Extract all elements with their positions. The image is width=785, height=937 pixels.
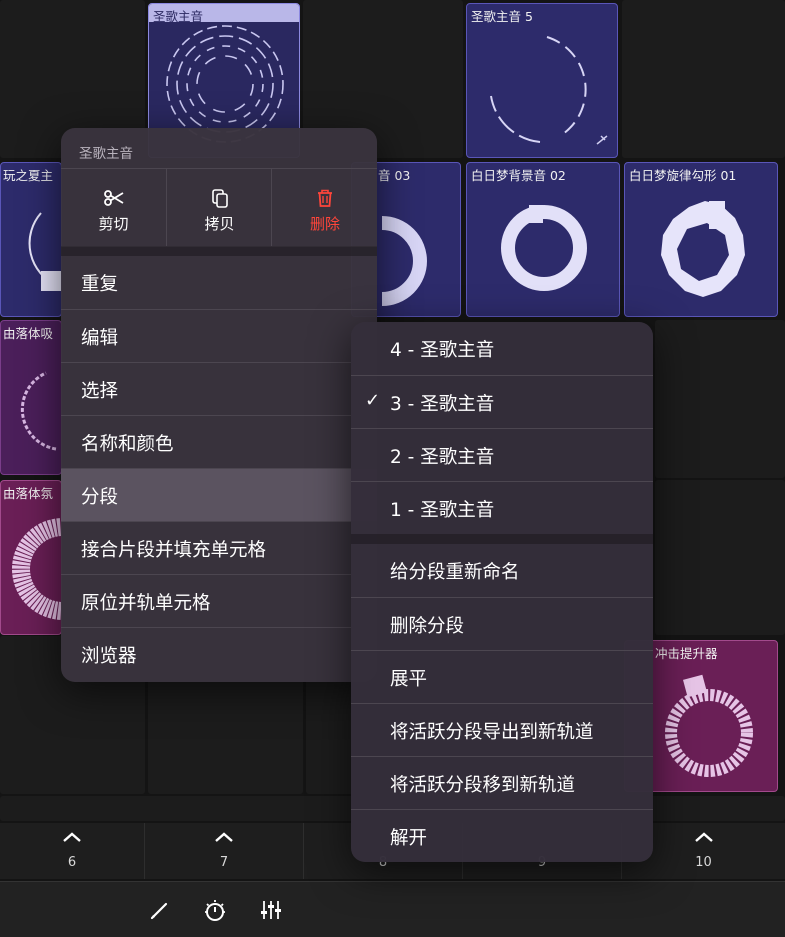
clip-waveform: [501, 205, 587, 291]
grid-cell[interactable]: [655, 320, 785, 478]
clip[interactable]: 玩之夏主: [0, 162, 62, 317]
clip[interactable]: 白日梦旋律勾形 01: [624, 162, 778, 317]
menu-item-label: 选择: [81, 381, 119, 402]
menu-item-label: 原位并轨单元格: [81, 593, 211, 614]
submenu-separator: [351, 534, 653, 544]
chevron-up-icon: [694, 832, 713, 842]
submenu-item-label: 1 - 圣歌主音: [390, 500, 495, 521]
clip-waveform: [490, 36, 608, 145]
submenu-section-1[interactable]: 1 - 圣歌主音: [351, 481, 653, 534]
grid-cell[interactable]: [655, 480, 785, 635]
delete-label: 删除: [309, 215, 340, 233]
submenu-item-label: 3 - 圣歌主音: [390, 394, 495, 415]
menu-item-label: 名称和颜色: [81, 434, 174, 455]
pencil-icon[interactable]: [146, 896, 174, 924]
chevron-up-icon: [215, 832, 233, 842]
menu-item-label: 接合片段并填充单元格: [81, 540, 267, 561]
copy-label: 拷贝: [204, 215, 235, 233]
copy-button[interactable]: 拷贝: [166, 169, 272, 246]
menu-item-browser[interactable]: 浏览器: [61, 627, 377, 680]
menu-item-name-color[interactable]: 名称和颜色: [61, 415, 377, 468]
clip[interactable]: 由落体氛: [0, 480, 62, 635]
menu-item-label: 编辑: [81, 328, 119, 349]
clip-title-bar: 圣歌主音: [149, 4, 299, 24]
submenu-item-label: 将活跃分段导出到新轨道: [390, 722, 594, 743]
menu-item-label: 分段: [81, 487, 119, 508]
submenu-flatten[interactable]: 展平: [351, 650, 653, 703]
submenu-item-label: 删除分段: [390, 616, 465, 637]
menu-item-label: 浏览器: [81, 646, 137, 667]
delete-button[interactable]: 删除: [271, 169, 377, 246]
menu-item-label: 重复: [81, 274, 119, 295]
clip-waveform: [20, 371, 57, 451]
sections-submenu: 4 - 圣歌主音 ✓ 3 - 圣歌主音 2 - 圣歌主音 1 - 圣歌主音 给分…: [351, 322, 653, 862]
track-column-7[interactable]: 7: [145, 823, 304, 879]
clip-waveform: [28, 212, 61, 291]
menu-item-join-fill[interactable]: 接合片段并填充单元格: [61, 521, 377, 574]
submenu-section-4[interactable]: 4 - 圣歌主音: [351, 322, 653, 375]
grid-cell[interactable]: [622, 0, 785, 158]
submenu-rename-section[interactable]: 给分段重新命名: [351, 544, 653, 597]
menu-item-bounce-in-place[interactable]: 原位并轨单元格: [61, 574, 377, 627]
submenu-item-label: 展平: [390, 669, 428, 690]
menu-header: 圣歌主音: [79, 146, 133, 162]
menu-item-edit[interactable]: 编辑: [61, 309, 377, 362]
cut-button[interactable]: 剪切: [61, 169, 166, 246]
scissors-icon: [103, 190, 123, 206]
track-number: 6: [67, 855, 77, 870]
submenu-item-label: 2 - 圣歌主音: [390, 447, 495, 468]
chevron-up-icon: [63, 832, 81, 842]
menu-item-select[interactable]: 选择: [61, 362, 377, 415]
clip-waveform: [12, 518, 61, 620]
submenu-item-label: 解开: [390, 828, 428, 849]
submenu-unpack[interactable]: 解开: [351, 809, 653, 862]
cut-label: 剪切: [98, 215, 129, 233]
mixer-icon[interactable]: [257, 896, 285, 924]
bottom-toolbar: [0, 881, 785, 937]
menu-action-row: 剪切 拷贝 删除: [61, 168, 377, 247]
submenu-export-to-track[interactable]: 将活跃分段导出到新轨道: [351, 703, 653, 756]
track-column-6[interactable]: 6: [0, 823, 145, 879]
submenu-item-label: 4 - 圣歌主音: [390, 340, 495, 361]
checkmark-icon: ✓: [365, 390, 381, 411]
submenu-delete-section[interactable]: 删除分段: [351, 597, 653, 650]
submenu-item-label: 将活跃分段移到新轨道: [390, 775, 576, 796]
submenu-section-2[interactable]: 2 - 圣歌主音: [351, 428, 653, 481]
clip[interactable]: 圣歌主音 5: [466, 3, 618, 158]
copy-icon: [211, 189, 228, 208]
trash-icon: [318, 189, 332, 207]
clip[interactable]: 由落体吸: [0, 320, 62, 475]
clip-waveform: [661, 201, 745, 297]
menu-item-sections[interactable]: 分段: [61, 468, 377, 521]
menu-separator: [61, 246, 377, 256]
track-number: 7: [219, 855, 229, 870]
metronome-icon[interactable]: [201, 896, 229, 924]
submenu-item-label: 给分段重新命名: [390, 562, 520, 583]
menu-item-duplicate[interactable]: 重复: [61, 256, 377, 309]
clip[interactable]: 白日梦背景音 02: [466, 162, 620, 317]
submenu-section-3[interactable]: ✓ 3 - 圣歌主音: [351, 375, 653, 428]
context-menu: 圣歌主音 剪切 拷贝 删除 重复 编辑 选择 名称和颜色 分段 接合片段并填充单…: [61, 128, 377, 682]
submenu-move-to-track[interactable]: 将活跃分段移到新轨道: [351, 756, 653, 809]
